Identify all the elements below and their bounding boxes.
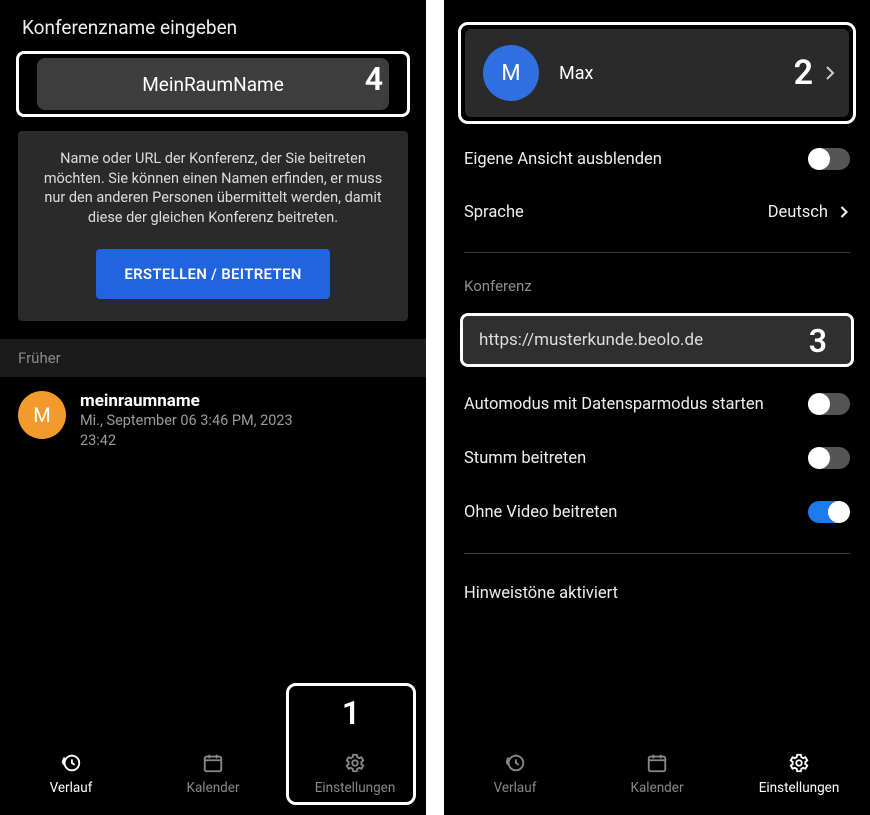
nav-settings[interactable]: Einstellungen	[728, 752, 870, 796]
server-url-value: https://musterkunde.beolo.de	[479, 330, 703, 350]
nav-settings[interactable]: Einstellungen	[284, 752, 426, 796]
nav-history[interactable]: Verlauf	[0, 752, 142, 796]
setting-hide-self[interactable]: Eigene Ansicht ausblenden	[444, 132, 870, 186]
earlier-section-header: Früher	[0, 339, 426, 377]
phone-history-screen: Konferenzname eingeben MeinRaumName 4 Na…	[0, 0, 426, 815]
nav-label: Kalender	[630, 780, 683, 796]
setting-automode[interactable]: Automodus mit Datensparmodus starten	[444, 377, 870, 431]
nav-label: Einstellungen	[759, 780, 840, 796]
setting-novideo[interactable]: Ohne Video beitreten	[444, 485, 870, 539]
gear-icon	[788, 752, 810, 774]
setting-label: Ohne Video beitreten	[464, 503, 617, 522]
callout-number: 4	[365, 60, 383, 98]
room-name-input[interactable]: MeinRaumName	[37, 58, 389, 110]
page-title: Konferenzname eingeben	[0, 0, 426, 51]
callout-number: 3	[809, 322, 827, 360]
chevron-right-icon	[838, 202, 850, 222]
profile-name: Max	[559, 63, 593, 84]
setting-label: Hinweistöne aktiviert	[464, 584, 618, 603]
nav-label: Kalender	[186, 780, 239, 796]
setting-label: Eigene Ansicht ausblenden	[464, 150, 662, 169]
nav-history[interactable]: Verlauf	[444, 752, 586, 796]
calendar-icon	[202, 752, 224, 774]
nav-calendar[interactable]: Kalender	[142, 752, 284, 796]
chevron-right-icon	[823, 61, 837, 85]
setting-language[interactable]: Sprache Deutsch	[444, 186, 870, 238]
info-text: Name oder URL der Konferenz, der Sie bei…	[36, 149, 390, 227]
avatar: M	[483, 45, 539, 101]
toggle[interactable]	[808, 447, 850, 469]
divider	[464, 252, 850, 253]
divider	[464, 553, 850, 554]
profile-callout: M Max 2	[458, 22, 856, 124]
history-item-name: meinraumname	[80, 391, 293, 411]
create-join-button[interactable]: ERSTELLEN / BEITRETEN	[96, 249, 329, 299]
setting-label: Automodus mit Datensparmodus starten	[464, 395, 764, 414]
nav-label: Einstellungen	[315, 780, 396, 796]
avatar: M	[18, 391, 66, 439]
setting-mute[interactable]: Stumm beitreten	[444, 431, 870, 485]
nav-label: Verlauf	[494, 780, 537, 796]
toggle[interactable]	[808, 501, 850, 523]
history-item-date: Mi., September 06 3:46 PM, 2023	[80, 411, 293, 431]
toggle[interactable]	[808, 148, 850, 170]
bottom-nav: Verlauf Kalender Einstellungen	[444, 733, 870, 815]
callout-number: 2	[794, 53, 813, 93]
room-input-callout: MeinRaumName 4	[16, 51, 410, 117]
nav-calendar[interactable]: Kalender	[586, 752, 728, 796]
history-item[interactable]: M meinraumname Mi., September 06 3:46 PM…	[0, 377, 426, 464]
history-icon	[60, 752, 82, 774]
setting-tones[interactable]: Hinweistöne aktiviert	[444, 568, 870, 607]
server-url-input[interactable]: https://musterkunde.beolo.de	[463, 316, 851, 364]
setting-label: Stumm beitreten	[464, 449, 586, 468]
conference-section-label: Konferenz	[444, 267, 870, 299]
room-name-value: MeinRaumName	[142, 73, 284, 96]
setting-label: Sprache	[464, 203, 524, 222]
history-icon	[504, 752, 526, 774]
profile-row[interactable]: M Max 2	[465, 29, 849, 117]
calendar-icon	[646, 752, 668, 774]
nav-label: Verlauf	[50, 780, 93, 796]
bottom-nav: Verlauf Kalender Einstellungen	[0, 733, 426, 815]
toggle[interactable]	[808, 393, 850, 415]
phone-settings-screen: M Max 2 Eigene Ansicht ausblenden Sprach…	[444, 0, 870, 815]
info-card: Name oder URL der Konferenz, der Sie bei…	[18, 131, 408, 321]
language-value: Deutsch	[768, 203, 828, 222]
gear-icon	[344, 752, 366, 774]
server-url-callout: https://musterkunde.beolo.de 3	[460, 313, 854, 367]
history-item-duration: 23:42	[80, 431, 293, 451]
